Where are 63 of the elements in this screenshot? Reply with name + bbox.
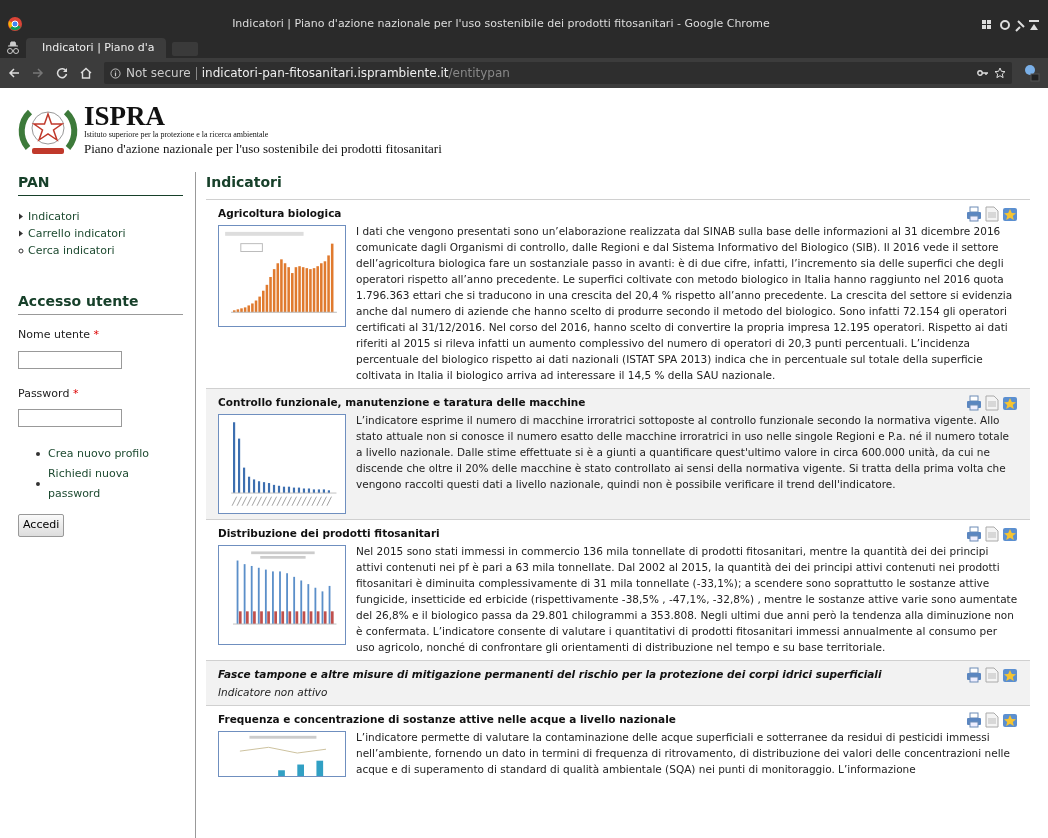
indicator-description: L’indicatore esprime il numero di macchine irroratrici sottoposte al controllo funzionale secondo la normativa vigente. Allo stato attuale non si conosce il numero esatto delle macchine irroratrici in uso nelle singole Regioni e P.a. né il numero totale a livello nazionale. Dalle stime effettuate si è a giunti a quantificare quest'ultimo valore in circa 600.000 unità, da cui ne discende che oltre il 20% delle macchine è stato controllato ai sensi della normativa vigente. Si tratta della prima volta che vengono raccolti questi dati a livello nazionale, quindi non è possibile verificare il trend dell'indicatore. (356, 413, 1010, 492)
menu-title: PAN (18, 172, 183, 196)
forward-icon[interactable] (32, 67, 44, 79)
document-icon[interactable] (985, 667, 999, 683)
printer-icon[interactable] (966, 712, 982, 728)
star-badge-icon[interactable] (1002, 667, 1018, 683)
indicator-title[interactable]: Controllo funzionale, manutenzione e taratura delle macchine (218, 395, 958, 410)
page-title: Indicatori (206, 173, 283, 192)
star-badge-icon[interactable] (1002, 712, 1018, 728)
indicator-title[interactable]: Fasce tampone e altre misure di mitigazione permanenti del rischio per la protezione dei corpi idrici superficiali (218, 667, 958, 682)
login-title: Accesso utente (18, 291, 183, 315)
window-controls-icon[interactable] (980, 18, 1040, 32)
field-label: Nome utente * (18, 327, 101, 343)
input-field[interactable] (18, 350, 122, 369)
printer-icon[interactable] (966, 667, 982, 683)
document-icon[interactable] (985, 395, 999, 411)
url-text: indicatori-pan-fitosanitari.isprambiente.it/entitypan (201, 65, 510, 82)
input-field[interactable] (18, 409, 122, 427)
star-badge-icon[interactable] (1002, 206, 1018, 222)
printer-icon[interactable] (966, 526, 982, 542)
star-badge-icon[interactable] (1002, 526, 1018, 542)
triangle-icon (18, 230, 24, 237)
bullet-icon (36, 452, 40, 456)
star-badge-icon[interactable] (1002, 395, 1018, 411)
org-name: ISPRA (84, 102, 166, 130)
printer-icon[interactable] (966, 395, 982, 411)
field-label: Password * (18, 385, 80, 402)
circle-icon (18, 247, 24, 254)
bullet-icon (36, 482, 40, 486)
menu-link[interactable]: Carrello indicatori (28, 225, 126, 242)
indicator-description: I dati che vengono presentati sono un’elaborazione realizzata dal SINAB sulla base delle informazioni al 31 dicembre 2016 comunicate dagli Organismi di controllo, dalle Regioni e dal Sistema Informativo del Biologico (SIB). Il 2016 vede il settore dell’agricoltura biologica fare un sostanziale passo in avanti: è di due cifre, infatti, l’incremento sia delle superfici che degli operatori rispetto all’anno precedente. Le superfici coltivate con metodo biologico in Italia hanno raggiunto nel 2016 quota 1.796.363 ettari che si traducono in una crescita del 20,4 % rispetto all’anno precedente. La crescita del settore si evidenzia anche dal numero di aziende che hanno scelto di produrre secondo il metodo del biologico. Sono infatti 72.154 gli operatori certificati al 31/12/2016. Nel corso del 2016, hanno scelto di convertire la propria impresa 12.195 operatori. Rispetto ai dati riferiti al 2015 si rileva infatti un aumento complessivo del numero di operatori di 20,3 punti percentuali. L’incidenza percentuale del biologico rispetto ai dati nazionali (ISTAT SPA 2013) indica che in percentuale sul totale della superficie coltivata in Italia il biologico arriva ad interessare il 14,5 % della SAU nazionale. (356, 224, 1014, 383)
document-icon[interactable] (985, 712, 999, 728)
indicator-status: Indicatore non attivo (218, 685, 329, 700)
login-button[interactable]: Accedi (18, 514, 65, 537)
document-icon[interactable] (985, 526, 999, 542)
indicator-description: L’indicatore permette di valutare la contaminazione delle acque superficiali e sotterranee da residui di pesticidi immessi nell’ambiente, fornendo un dato in termini di frequenza di ritrovamento, di distribuzione dei valori delle concentrazioni nelle acque e di superamento di standard di qualità ambientale (SQA) nei punti di monitoraggio. L’informazione (356, 730, 1011, 777)
browser-tab[interactable]: Indicatori | Piano d'a (26, 38, 166, 58)
info-icon[interactable] (110, 67, 121, 79)
printer-icon[interactable] (966, 206, 982, 222)
window-title: Indicatori | Piano d'azione nazionale per l'uso sostenibile dei prodotti fitosanitari - Google Chrome (231, 15, 771, 32)
org-subtitle: Istituto superiore per la protezione e la ricerca ambientale (84, 130, 270, 140)
menu-link[interactable]: Indicatori (28, 208, 80, 225)
login-link[interactable]: Richiedi nuova password (47, 464, 183, 504)
site-title: Piano d'azione nazionale per l'uso sostenibile dei prodotti fitosanitari (84, 140, 442, 158)
reload-icon[interactable] (56, 67, 68, 79)
extension-icon[interactable] (1024, 64, 1040, 82)
indicator-title[interactable]: Frequenza e concentrazione di sostanze attive nelle acque a livello nazionale (218, 712, 958, 727)
home-icon[interactable] (80, 67, 92, 79)
document-icon[interactable] (985, 206, 999, 222)
indicator-title[interactable]: Agricoltura biologica (218, 206, 958, 221)
security-label: Not secure (126, 65, 191, 82)
star-icon[interactable] (994, 67, 1006, 79)
address-bar[interactable]: Not secure indicatori-pan-fitosanitari.isprambiente.it/entitypan (104, 62, 1012, 84)
indicator-description: Nel 2015 sono stati immessi in commercio 136 mila tonnellate di prodotti fitosanitari, mentre la quantità dei dei principi attivi contenuti nei pf è pari a 63 mila tonnellate. Dal 2002 al 2015, la quantità dei dei principi attivi contenuti nei prodotti fitosanitari è diminuita complessivamente di 31 mila tonnellate (-33,1%); a scendere sono soprattutto le sostanze attive fungicide, insetticide ed erbicide (rispettivamente -38,5% , -47,1%, -32,8%) , mentre le sostanze attive varie sono aumentate del 26,8% e il biologico passa da 29.801 chilogrammi a 353.808. Negli ultimi due anni però la tendenza alla diminuzione non è confermata. L’indicatore consente di valutare i quantitativi di prodotti fitosanitari immessi annualmente al consumo per uso agricolo, nonché di confrontare gli orientamenti di distribuzione nel tempo e su base territoriale. (356, 544, 1018, 655)
menu-link[interactable]: Cerca indicatori (28, 242, 115, 259)
indicator-title[interactable]: Distribuzione dei prodotti fitosanitari (218, 526, 958, 541)
triangle-icon (18, 213, 24, 220)
tab-title: Indicatori | Piano d'a (42, 39, 155, 56)
back-icon[interactable] (8, 67, 20, 79)
key-icon[interactable] (977, 67, 989, 79)
incognito-icon (6, 41, 20, 55)
browser-logo-icon (8, 17, 22, 31)
login-link[interactable]: Crea nuovo profilo (48, 444, 150, 464)
